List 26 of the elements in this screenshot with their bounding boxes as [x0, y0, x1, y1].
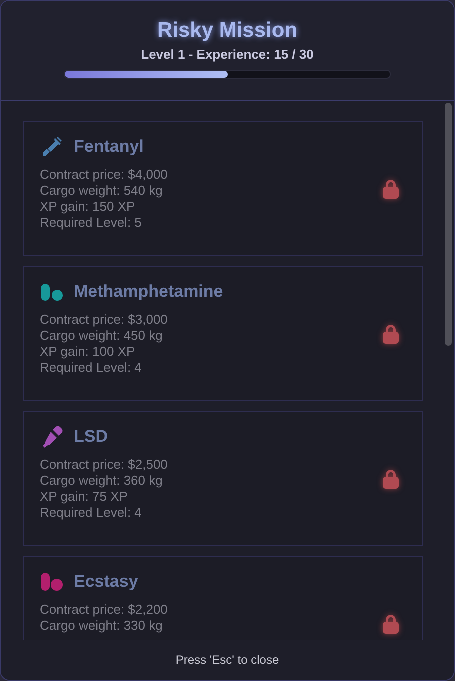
mission-name: LSD: [74, 427, 108, 447]
experience-text: Level 1 - Experience: 15 / 30: [141, 47, 314, 62]
mission-card[interactable]: Fentanyl Contract price: $4,000 Cargo weight: 540 kg XP gain: 150 XP Required Level: 5: [23, 121, 423, 256]
mission-detail: Cargo weight: 450 kg: [40, 328, 164, 344]
mission-card[interactable]: Methamphetamine Contract price: $3,000 Cargo weight: 450 kg XP gain: 100 XP Required Level: 4: [23, 266, 423, 401]
mission-detail: XP gain: 150 XP: [40, 199, 136, 215]
mission-detail: Cargo weight: 360 kg: [40, 473, 164, 489]
mission-detail: Contract price: $4,000: [40, 167, 169, 183]
mission-detail: Required Level: 5: [40, 215, 143, 231]
mission-card[interactable]: Ecstasy Contract price: $2,200 Cargo weight: 330 kg: [23, 556, 423, 640]
mission-detail: Cargo weight: 540 kg: [40, 183, 164, 199]
mission-name: Ecstasy: [74, 572, 138, 592]
mission-detail: Contract price: $2,500: [40, 457, 169, 473]
close-hint: Press 'Esc' to close: [176, 653, 280, 667]
mission-detail: Contract price: $2,200: [40, 602, 169, 618]
mission-name: Methamphetamine: [74, 282, 224, 302]
mission-card[interactable]: LSD Contract price: $2,500 Cargo weight: 360 kg XP gain: 75 XP Required Level: 4: [23, 411, 423, 546]
panel-title: Risky Mission: [157, 19, 298, 43]
mission-detail: XP gain: 75 XP: [40, 489, 129, 505]
mission-detail: Contract price: $3,000: [40, 312, 169, 328]
mission-detail: Cargo weight: 330 kg: [40, 618, 164, 634]
mission-detail: Required Level: 4: [40, 505, 143, 521]
mission-detail: Required Level: 4: [40, 360, 143, 376]
mission-detail: XP gain: 100 XP: [40, 344, 136, 360]
mission-name: Fentanyl: [74, 137, 144, 157]
scrollbar-thumb[interactable]: [444, 103, 452, 346]
